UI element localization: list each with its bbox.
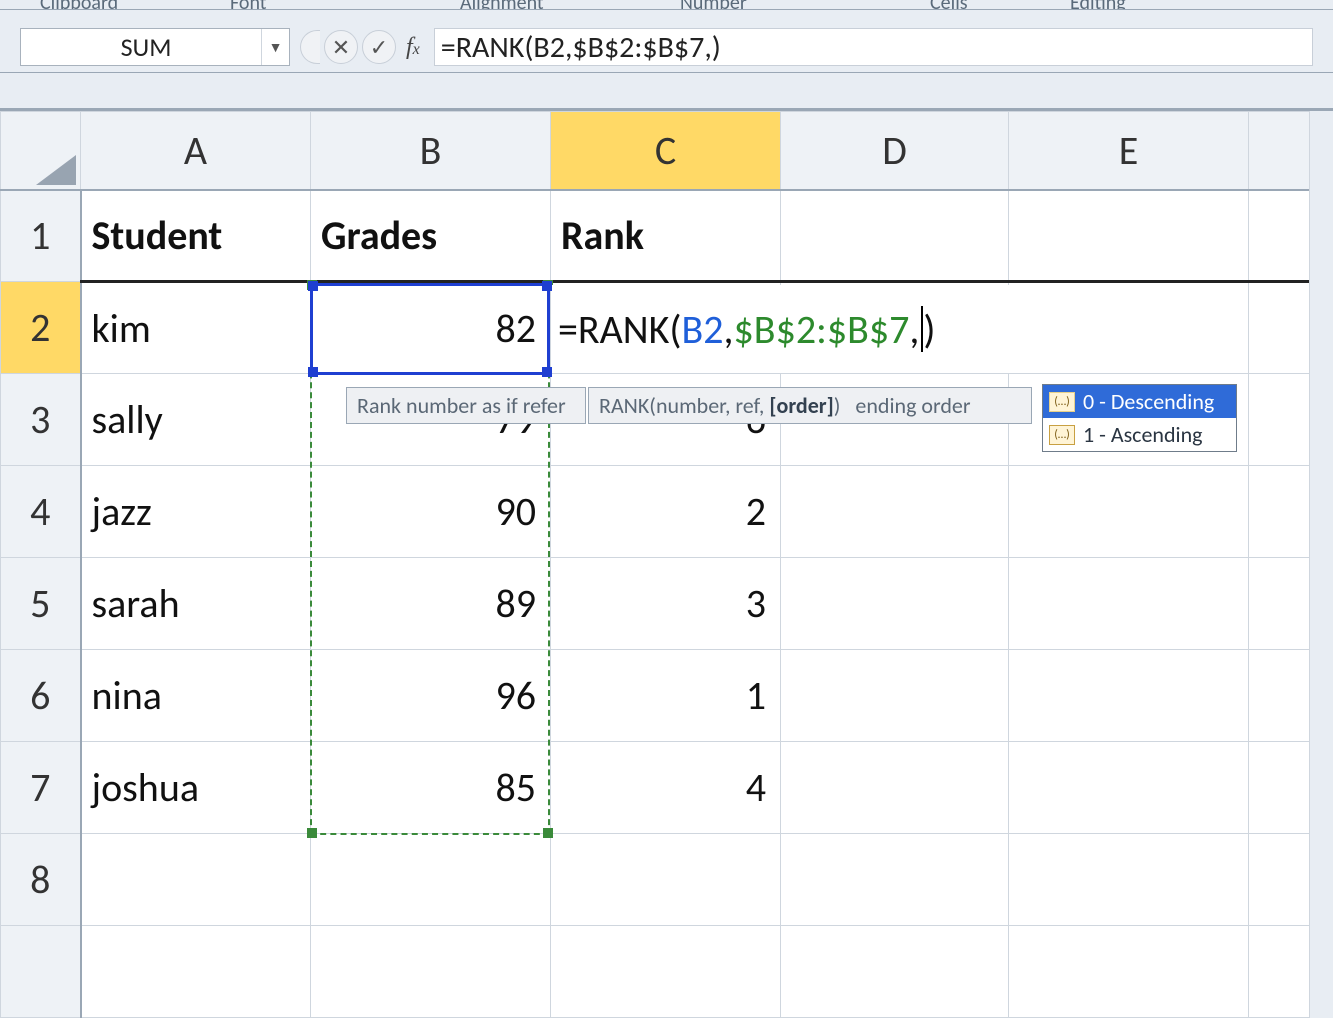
cell-E2[interactable] — [1009, 282, 1249, 374]
cell-B2[interactable]: 82 — [311, 282, 551, 374]
formula-arg-tooltip: Rank number as if refer — [346, 387, 586, 424]
cell-E6[interactable] — [1009, 650, 1249, 742]
cell-E7[interactable] — [1009, 742, 1249, 834]
cancel-formula-button[interactable]: ✕ — [324, 30, 358, 64]
row-header-6[interactable]: 6 — [1, 650, 81, 742]
row-header-4[interactable]: 4 — [1, 466, 81, 558]
name-box-dropdown-icon[interactable]: ▼ — [261, 29, 289, 65]
formula-sep2: , — [909, 305, 919, 354]
col-header-E[interactable]: E — [1009, 112, 1249, 190]
row-9 — [1, 926, 1333, 1018]
name-box-value: SUM — [21, 31, 261, 63]
name-box[interactable]: SUM ▼ — [20, 28, 290, 66]
formula-prefix: =RANK( — [558, 305, 682, 354]
ribbon-group-labels: Clipboard Font Alignment Number Cells Ed… — [0, 0, 1333, 10]
cell-E5[interactable] — [1009, 558, 1249, 650]
cell-A7[interactable]: joshua — [81, 742, 311, 834]
accept-formula-button[interactable]: ✓ — [362, 30, 396, 64]
fx-icon[interactable]: fx — [406, 34, 420, 61]
row-1: 1 Student Grades Rank — [1, 190, 1333, 282]
row-7: 7 joshua 85 4 — [1, 742, 1333, 834]
order-option-ascending[interactable]: (…) 1 - Ascending — [1043, 418, 1236, 451]
cell-editor[interactable]: =RANK(B2,$B$2:$B$7,) — [552, 285, 1042, 373]
cell-C8[interactable] — [551, 834, 781, 926]
cell-D8[interactable] — [781, 834, 1009, 926]
formula-bar-input[interactable]: =RANK(B2,$B$2:$B$7,) — [434, 28, 1313, 66]
row-4: 4 jazz 90 2 — [1, 466, 1333, 558]
row-header-3[interactable]: 3 — [1, 374, 81, 466]
cell-B8[interactable] — [311, 834, 551, 926]
cell-A1[interactable]: Student — [81, 190, 311, 282]
col-header-C[interactable]: C — [551, 112, 781, 190]
formula-signature-tooltip: RANK(number, ref, [order]) ending order — [588, 387, 1032, 424]
row-5: 5 sarah 89 3 — [1, 558, 1333, 650]
col-header-B[interactable]: B — [311, 112, 551, 190]
enum-icon: (…) — [1049, 425, 1075, 445]
cell-A6[interactable]: nina — [81, 650, 311, 742]
cell-A3[interactable]: sally — [81, 374, 311, 466]
cell-B1[interactable]: Grades — [311, 190, 551, 282]
row-header-1[interactable]: 1 — [1, 190, 81, 282]
formula-sep1: , — [724, 305, 734, 354]
cell-A2[interactable]: kim — [81, 282, 311, 374]
cell-B5[interactable]: 89 — [311, 558, 551, 650]
cell-B7[interactable]: 85 — [311, 742, 551, 834]
formula-suffix: ) — [923, 305, 935, 354]
row-header-7[interactable]: 7 — [1, 742, 81, 834]
select-all-corner[interactable] — [1, 112, 81, 190]
ribbon-spacer — [0, 73, 1333, 109]
cell-C1[interactable]: Rank — [551, 190, 781, 282]
spreadsheet-grid: A B C D E 1 Student Grades Rank 2 kim 82 — [0, 109, 1333, 1018]
formula-ref1: B2 — [682, 305, 724, 354]
order-option-descending[interactable]: (…) 0 - Descending — [1043, 385, 1236, 418]
cell-D6[interactable] — [781, 650, 1009, 742]
order-argument-dropdown: (…) 0 - Descending (…) 1 - Ascending — [1042, 384, 1237, 452]
cell-D7[interactable] — [781, 742, 1009, 834]
cell-B4[interactable]: 90 — [311, 466, 551, 558]
cell-B6[interactable]: 96 — [311, 650, 551, 742]
cell-C6[interactable]: 1 — [551, 650, 781, 742]
vertical-scrollbar[interactable] — [1309, 111, 1333, 1018]
cell-E4[interactable] — [1009, 466, 1249, 558]
row-header-9[interactable] — [1, 926, 81, 1018]
col-header-A[interactable]: A — [81, 112, 311, 190]
row-header-5[interactable]: 5 — [1, 558, 81, 650]
enum-icon: (…) — [1049, 392, 1075, 412]
row-header-2[interactable]: 2 — [1, 282, 81, 374]
cell-A8[interactable] — [81, 834, 311, 926]
cell-E1[interactable] — [1009, 190, 1249, 282]
row-8: 8 — [1, 834, 1333, 926]
formula-ref2: $B$2:$B$7 — [734, 305, 910, 354]
cell-C5[interactable]: 3 — [551, 558, 781, 650]
cell-D5[interactable] — [781, 558, 1009, 650]
cell-A5[interactable]: sarah — [81, 558, 311, 650]
column-header-row: A B C D E — [1, 112, 1333, 190]
cell-C4[interactable]: 2 — [551, 466, 781, 558]
row-6: 6 nina 96 1 — [1, 650, 1333, 742]
col-header-D[interactable]: D — [781, 112, 1009, 190]
cell-E8[interactable] — [1009, 834, 1249, 926]
cell-A4[interactable]: jazz — [81, 466, 311, 558]
formula-bar-tools: ✕ ✓ fx — [300, 30, 434, 64]
cell-D4[interactable] — [781, 466, 1009, 558]
formula-bar-row: SUM ▼ ✕ ✓ fx =RANK(B2,$B$2:$B$7,) — [0, 10, 1333, 73]
cell-D1[interactable] — [781, 190, 1009, 282]
row-header-8[interactable]: 8 — [1, 834, 81, 926]
cell-C7[interactable]: 4 — [551, 742, 781, 834]
